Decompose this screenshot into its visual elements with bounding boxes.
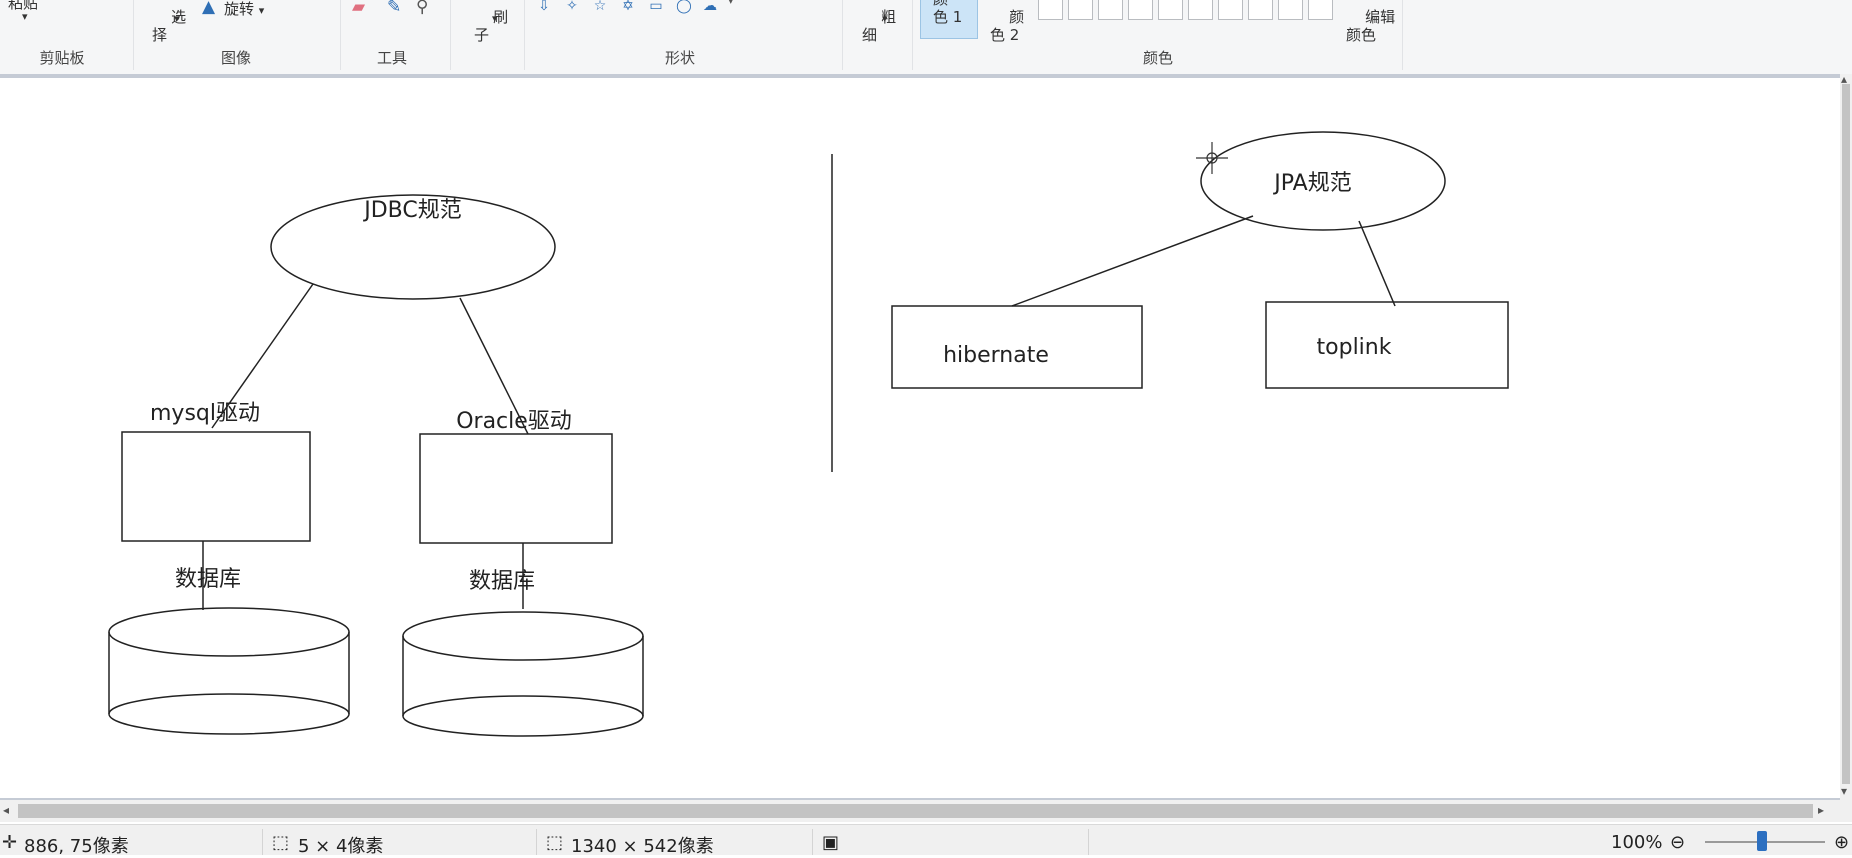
selection-size: 5 × 4像素 xyxy=(298,836,384,857)
image-size-icon: ⬚ xyxy=(546,832,564,853)
magnifier-icon[interactable]: ⚲ xyxy=(416,0,428,16)
image-size: 1340 × 542像素 xyxy=(571,836,714,857)
shape-callout-oval-icon[interactable]: ◯ xyxy=(674,0,694,13)
zoom-slider-thumb[interactable] xyxy=(1757,831,1767,851)
scroll-down-icon[interactable]: ▾ xyxy=(1841,784,1847,798)
group-label-shapes: 形状 xyxy=(664,49,696,67)
select-label: 选 择 xyxy=(152,8,187,44)
ribbon: 粘贴 ▾ 剪贴板 选 择 ▾ ▲ 旋转 ▾ 图像 ▰ ✎ ⚲ 工具 刷 子 ▾ … xyxy=(0,0,1852,75)
brush-dropdown-icon[interactable]: ▾ xyxy=(492,12,498,25)
edit-colors-button[interactable]: 编辑 颜色 xyxy=(1346,0,1395,62)
eraser-icon[interactable]: ▰ xyxy=(352,0,365,16)
diagram: JDBC规范 mysql驱动 Oracle驱动 数据库 数据库 JPA规范 hi… xyxy=(108,131,1509,737)
shape-callout-cloud-icon[interactable]: ☁ xyxy=(700,0,720,13)
oracle-driver-text: Oracle驱动 xyxy=(456,409,572,434)
mysql-driver-text: mysql驱动 xyxy=(150,401,260,426)
shapes-more-icon[interactable]: ▾ xyxy=(728,0,734,7)
shape-star6-icon[interactable]: ✡ xyxy=(618,0,638,13)
cursor-position-icon: ✛ xyxy=(2,832,18,853)
divider xyxy=(812,829,813,855)
color-swatch[interactable] xyxy=(1128,0,1153,20)
color-swatch[interactable] xyxy=(1038,0,1063,20)
zoom-in-icon[interactable]: ⊕ xyxy=(1834,832,1849,853)
divider xyxy=(262,829,263,855)
divider xyxy=(842,0,843,70)
db-cylinder-top xyxy=(402,611,644,661)
color1-button[interactable]: 颜 色 1 xyxy=(920,0,978,39)
group-label-image: 图像 xyxy=(220,49,252,67)
selection-size-icon: ⬚ xyxy=(272,832,290,853)
toplink-text: toplink xyxy=(1317,335,1392,360)
color-swatch[interactable] xyxy=(1308,0,1333,20)
color-swatch[interactable] xyxy=(1248,0,1273,20)
brush-button[interactable]: 刷 子 xyxy=(474,0,508,62)
rotate-label: 旋转 xyxy=(224,0,255,18)
color-swatch[interactable] xyxy=(1098,0,1123,20)
shape-star4-icon[interactable]: ✧ xyxy=(562,0,582,13)
crosshair-cursor-icon xyxy=(1196,142,1228,174)
oracle-driver-box xyxy=(419,433,613,544)
zoom-out-icon[interactable]: ⊖ xyxy=(1670,832,1685,853)
horizontal-scrollbar[interactable]: ◂ ▸ xyxy=(0,800,1852,822)
vertical-scroll-thumb[interactable] xyxy=(1842,84,1850,784)
rotate-icon: ▲ xyxy=(202,0,216,17)
divider xyxy=(133,0,134,70)
hibernate-text: hibernate xyxy=(943,343,1049,368)
shape-star5-icon[interactable]: ☆ xyxy=(590,0,610,13)
color-swatch[interactable] xyxy=(1278,0,1303,20)
jpa-root-text: JPA规范 xyxy=(1272,171,1351,196)
divider xyxy=(912,0,913,70)
db-cylinder-top xyxy=(108,607,350,657)
db-cylinder-bottom xyxy=(402,695,644,737)
divider xyxy=(1402,0,1403,70)
size-label: 粗 细 xyxy=(862,8,897,44)
color2-label: 颜 色 2 xyxy=(990,8,1025,44)
save-state-icon: ▣ xyxy=(822,832,840,853)
divider xyxy=(536,829,537,855)
color1-label: 颜 色 1 xyxy=(933,0,963,26)
jdbc-root-text: JDBC规范 xyxy=(362,198,462,223)
paste-dropdown-icon[interactable]: ▾ xyxy=(22,10,28,23)
divider xyxy=(450,0,451,70)
status-bar: ✛ 886, 75像素 ⬚ 5 × 4像素 ⬚ 1340 × 542像素 ▣ 1… xyxy=(0,824,1852,857)
size-button[interactable]: 粗 细 xyxy=(862,0,896,62)
color-picker-icon[interactable]: ✎ xyxy=(387,0,401,16)
db-cylinder-bottom xyxy=(108,693,350,735)
edit-colors-label: 编辑 颜色 xyxy=(1346,8,1396,44)
db-right-text: 数据库 xyxy=(469,569,535,594)
group-label-tools: 工具 xyxy=(376,49,408,67)
db-left-text: 数据库 xyxy=(175,567,241,592)
shape-arrow-down-icon[interactable]: ⇩ xyxy=(534,0,554,13)
horizontal-scroll-thumb[interactable] xyxy=(18,804,1813,818)
color-swatch[interactable] xyxy=(1218,0,1243,20)
cursor-position: 886, 75像素 xyxy=(24,836,129,857)
scroll-right-icon[interactable]: ▸ xyxy=(1818,803,1824,817)
shape-callout-rect-icon[interactable]: ▭ xyxy=(646,0,666,13)
rotate-button[interactable]: 旋转 ▾ xyxy=(224,0,264,19)
color-swatch[interactable] xyxy=(1188,0,1213,20)
divider xyxy=(1088,829,1089,855)
size-dropdown-icon[interactable]: ▾ xyxy=(882,12,888,25)
select-dropdown-icon[interactable]: ▾ xyxy=(174,12,180,25)
connector-line xyxy=(1011,215,1254,307)
connector-line xyxy=(1358,220,1396,307)
scroll-left-icon[interactable]: ◂ xyxy=(3,803,9,817)
select-button[interactable]: 选 择 xyxy=(152,0,186,62)
vertical-scrollbar[interactable]: ▴ ▾ xyxy=(1840,72,1852,800)
color-swatch[interactable] xyxy=(1158,0,1183,20)
mysql-driver-box xyxy=(121,431,311,542)
divider xyxy=(340,0,341,70)
color-swatch[interactable] xyxy=(1068,0,1093,20)
group-label-clipboard: 剪贴板 xyxy=(39,49,85,67)
color2-button[interactable]: 颜 色 2 xyxy=(990,0,1024,62)
zoom-level: 100% xyxy=(1611,832,1663,853)
drawing-canvas[interactable]: JDBC规范 mysql驱动 Oracle驱动 数据库 数据库 JPA规范 hi… xyxy=(0,78,1840,798)
group-label-colors: 颜色 xyxy=(1142,49,1174,67)
divider xyxy=(524,0,525,70)
